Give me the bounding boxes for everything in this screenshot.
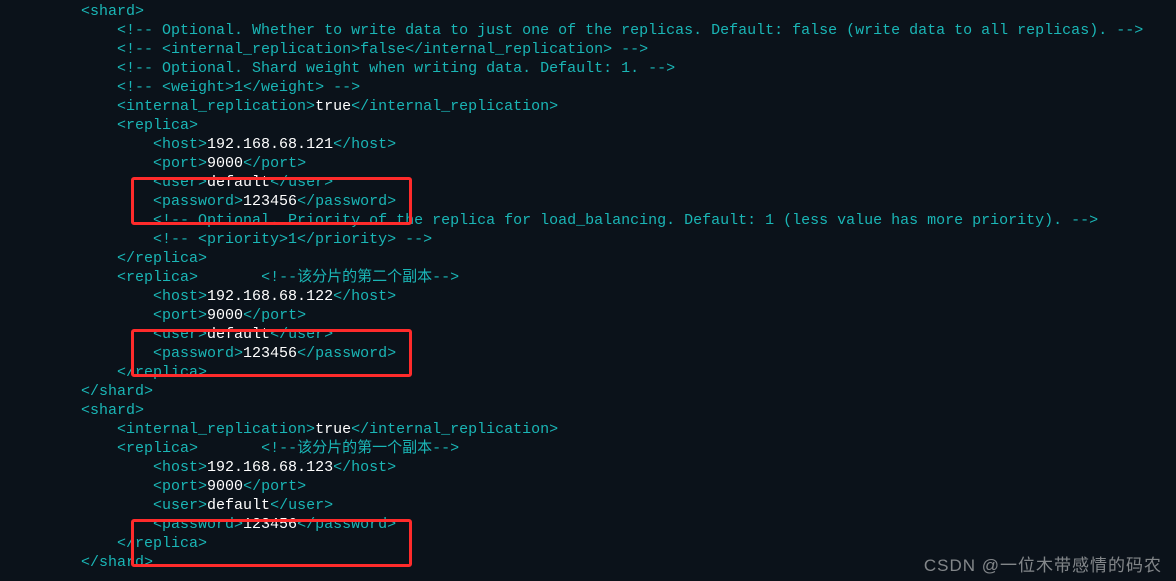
internal-replication-close: </internal_replication>	[351, 421, 558, 438]
port-value: 9000	[207, 155, 243, 172]
port-close: </port>	[243, 307, 306, 324]
replica-open: <replica>	[117, 440, 198, 457]
comment-line: <!-- Optional. Priority of the replica f…	[153, 212, 1098, 229]
host-close: </host>	[333, 459, 396, 476]
host-open: <host>	[153, 136, 207, 153]
host-open: <host>	[153, 459, 207, 476]
internal-replication-open: <internal_replication>	[117, 98, 315, 115]
password-value: 123456	[243, 193, 297, 210]
user-open: <user>	[153, 326, 207, 343]
password-close: </password>	[297, 516, 396, 533]
host-open: <host>	[153, 288, 207, 305]
shard-open: <shard>	[81, 402, 144, 419]
code-block: <shard> <!-- Optional. Whether to write …	[0, 0, 1176, 572]
user-close: </user>	[270, 174, 333, 191]
comment-line: <!-- <priority>1</priority> -->	[153, 231, 432, 248]
port-open: <port>	[153, 155, 207, 172]
host-close: </host>	[333, 136, 396, 153]
internal-replication-open: <internal_replication>	[117, 421, 315, 438]
host-value: 192.168.68.121	[207, 136, 333, 153]
user-open: <user>	[153, 497, 207, 514]
user-open: <user>	[153, 174, 207, 191]
password-close: </password>	[297, 345, 396, 362]
host-value: 192.168.68.123	[207, 459, 333, 476]
shard-close: </shard>	[81, 554, 153, 571]
comment-line: <!-- <internal_replication>false</intern…	[117, 41, 648, 58]
internal-replication-value: true	[315, 421, 351, 438]
port-close: </port>	[243, 478, 306, 495]
port-value: 9000	[207, 307, 243, 324]
shard-open: <shard>	[81, 3, 144, 20]
host-close: </host>	[333, 288, 396, 305]
password-value: 123456	[243, 516, 297, 533]
password-open: <password>	[153, 345, 243, 362]
comment-line: <!-- <weight>1</weight> -->	[117, 79, 360, 96]
password-close: </password>	[297, 193, 396, 210]
comment-label: <!--该分片的第二个副本-->	[261, 269, 459, 286]
comment-line: <!-- Optional. Shard weight when writing…	[117, 60, 675, 77]
internal-replication-close: </internal_replication>	[351, 98, 558, 115]
port-value: 9000	[207, 478, 243, 495]
user-close: </user>	[270, 497, 333, 514]
host-value: 192.168.68.122	[207, 288, 333, 305]
user-value: default	[207, 497, 270, 514]
user-close: </user>	[270, 326, 333, 343]
replica-open: <replica>	[117, 117, 198, 134]
password-value: 123456	[243, 345, 297, 362]
port-close: </port>	[243, 155, 306, 172]
comment-label: <!--该分片的第一个副本-->	[261, 440, 459, 457]
replica-close: </replica>	[117, 535, 207, 552]
password-open: <password>	[153, 193, 243, 210]
password-open: <password>	[153, 516, 243, 533]
user-value: default	[207, 174, 270, 191]
internal-replication-value: true	[315, 98, 351, 115]
shard-close: </shard>	[81, 383, 153, 400]
replica-close: </replica>	[117, 364, 207, 381]
port-open: <port>	[153, 478, 207, 495]
replica-open: <replica>	[117, 269, 198, 286]
replica-close: </replica>	[117, 250, 207, 267]
port-open: <port>	[153, 307, 207, 324]
comment-line: <!-- Optional. Whether to write data to …	[117, 22, 1143, 39]
user-value: default	[207, 326, 270, 343]
